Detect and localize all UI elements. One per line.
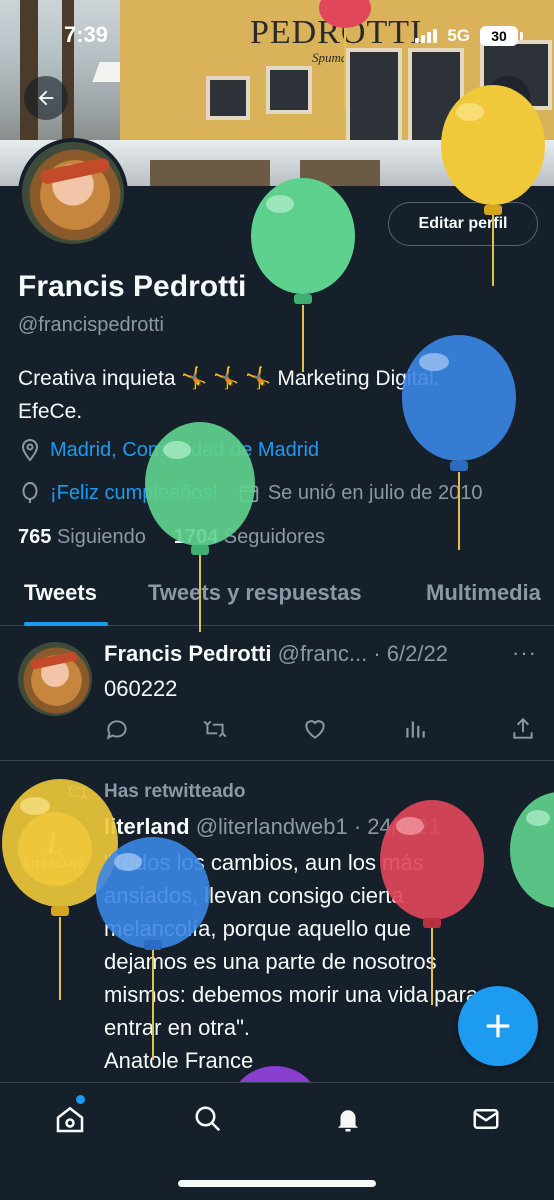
literland-logo: L: [46, 827, 64, 860]
followers-label: Seguidores: [223, 526, 325, 548]
following-count: 765: [18, 526, 52, 548]
tweet-text-line: mismos: debemos morir una vida para: [104, 982, 479, 1007]
retweet-label: Has retwitteado: [104, 781, 246, 802]
tweet-text-line: "Todos los cambios, aun los más: [104, 850, 424, 875]
profile-name: Francis Pedrotti: [18, 270, 247, 303]
profile-bio: Creativa inquieta 🤸 🤸 🤸 Marketing Digita…: [18, 362, 548, 428]
follow-counts: 765 Siguiendo 1704 Seguidores: [18, 526, 325, 549]
balloon-icon: [510, 792, 554, 908]
tweet-avatar[interactable]: [18, 642, 92, 716]
terrace-table: [150, 160, 270, 186]
mail-icon: [473, 1109, 499, 1129]
retweet-icon: [66, 784, 88, 800]
profile-tabs: Tweets Tweets y respuestas Multimedia: [0, 570, 554, 626]
nav-home[interactable]: [52, 1101, 88, 1137]
bio-line: Creativa inquieta 🤸 🤸 🤸 Marketing Digita…: [18, 367, 440, 390]
tweet-author-handle: @franc...: [277, 641, 368, 666]
followers-link[interactable]: 1704 Seguidores: [174, 526, 325, 548]
network-type: 5G: [447, 26, 470, 45]
status-bar: 7:39 5G 30: [0, 0, 554, 60]
nav-notifications[interactable]: [330, 1101, 366, 1137]
retweet-icon[interactable]: [202, 716, 228, 742]
profile-dates-row: ¡Feliz cumpleaños! Se unió en julio de 2…: [18, 481, 482, 505]
tweet-text-line: Anatole France: [104, 1048, 254, 1073]
birthday-link[interactable]: ¡Feliz cumpleaños!: [50, 482, 218, 505]
status-indicators: 5G 30: [415, 26, 523, 46]
tweet-text: "Todos los cambios, aun los más ansiados…: [104, 846, 514, 1077]
battery-icon: 30: [480, 26, 523, 46]
home-notification-dot: [76, 1095, 85, 1104]
nav-search[interactable]: [190, 1101, 226, 1137]
location-pin-icon: [21, 438, 39, 462]
more-options-icon[interactable]: ···: [512, 640, 537, 666]
plus-icon: [486, 1014, 510, 1038]
tweet-author-name[interactable]: Francis Pedrotti: [104, 641, 271, 666]
share-icon[interactable]: [510, 716, 536, 742]
tweet-text-line: ansiados, llevan consigo cierta: [104, 883, 404, 908]
tweet-header: literland @literlandweb1 · 24/8/21: [104, 814, 441, 840]
joined-date: Se unió en julio de 2010: [267, 481, 483, 504]
retweet-context: Has retwitteado: [62, 780, 245, 804]
following-label: Siguiendo: [56, 526, 146, 548]
bio-line: EfeCe.: [18, 400, 83, 423]
tweet-date: · 6/2/22: [373, 641, 448, 666]
tweet-author-handle: @literlandweb1: [195, 814, 348, 839]
tweet-avatar[interactable]: L LITERLAND: [18, 812, 92, 886]
tweet-divider: [0, 760, 554, 761]
tweet-author-name[interactable]: literland: [104, 814, 190, 839]
tab-tweets-replies[interactable]: Tweets y respuestas: [148, 580, 362, 606]
compose-tweet-button[interactable]: [458, 986, 538, 1066]
reply-icon[interactable]: [104, 716, 130, 742]
tab-media[interactable]: Multimedia: [426, 580, 541, 606]
tweet-text-line: melancolía, porque aquello que: [104, 916, 412, 941]
tab-tweets[interactable]: Tweets: [24, 580, 97, 606]
tweet-actions: [104, 716, 536, 744]
window: [206, 76, 250, 120]
profile-location-row: Madrid, Comunidad de Madrid: [18, 438, 319, 462]
tweet-header: Francis Pedrotti @franc... · 6/2/22: [104, 641, 448, 667]
search-icon: [195, 1106, 221, 1132]
terrace-table: [300, 160, 380, 186]
tweet-text-line: entrar en otra".: [104, 1015, 250, 1040]
profile-handle: @francispedrotti: [18, 314, 164, 336]
following-link[interactable]: 765 Siguiendo: [18, 526, 146, 548]
balloon-icon: [251, 178, 355, 372]
search-button[interactable]: [486, 76, 530, 120]
tweet-date: · 24/8/21: [353, 814, 441, 839]
tweet-text-line: dejamos es una parte de nosotros: [104, 949, 437, 974]
home-icon: [56, 1106, 84, 1133]
signal-icon: [415, 29, 438, 43]
analytics-icon[interactable]: [402, 716, 428, 742]
profile-avatar[interactable]: [18, 138, 128, 248]
status-time: 7:39: [64, 22, 109, 47]
edit-profile-button[interactable]: Editar perfil: [388, 202, 538, 246]
active-tab-indicator: [24, 622, 108, 626]
window: [266, 66, 312, 114]
heart-icon[interactable]: [302, 716, 328, 742]
literland-logo-text: LITERLAND: [25, 859, 85, 869]
calendar-icon: [239, 484, 259, 503]
back-button[interactable]: [24, 76, 68, 120]
bell-icon: [338, 1110, 358, 1132]
tweet-text: 060222: [104, 676, 178, 701]
profile-location[interactable]: Madrid, Comunidad de Madrid: [50, 439, 319, 462]
balloon-icon: [22, 482, 38, 503]
nav-messages[interactable]: [468, 1101, 504, 1137]
search-icon: [498, 88, 517, 107]
home-indicator: [178, 1180, 376, 1187]
arrow-left-icon: [38, 90, 54, 106]
battery-level: 30: [491, 28, 507, 44]
followers-count: 1704: [173, 526, 219, 548]
